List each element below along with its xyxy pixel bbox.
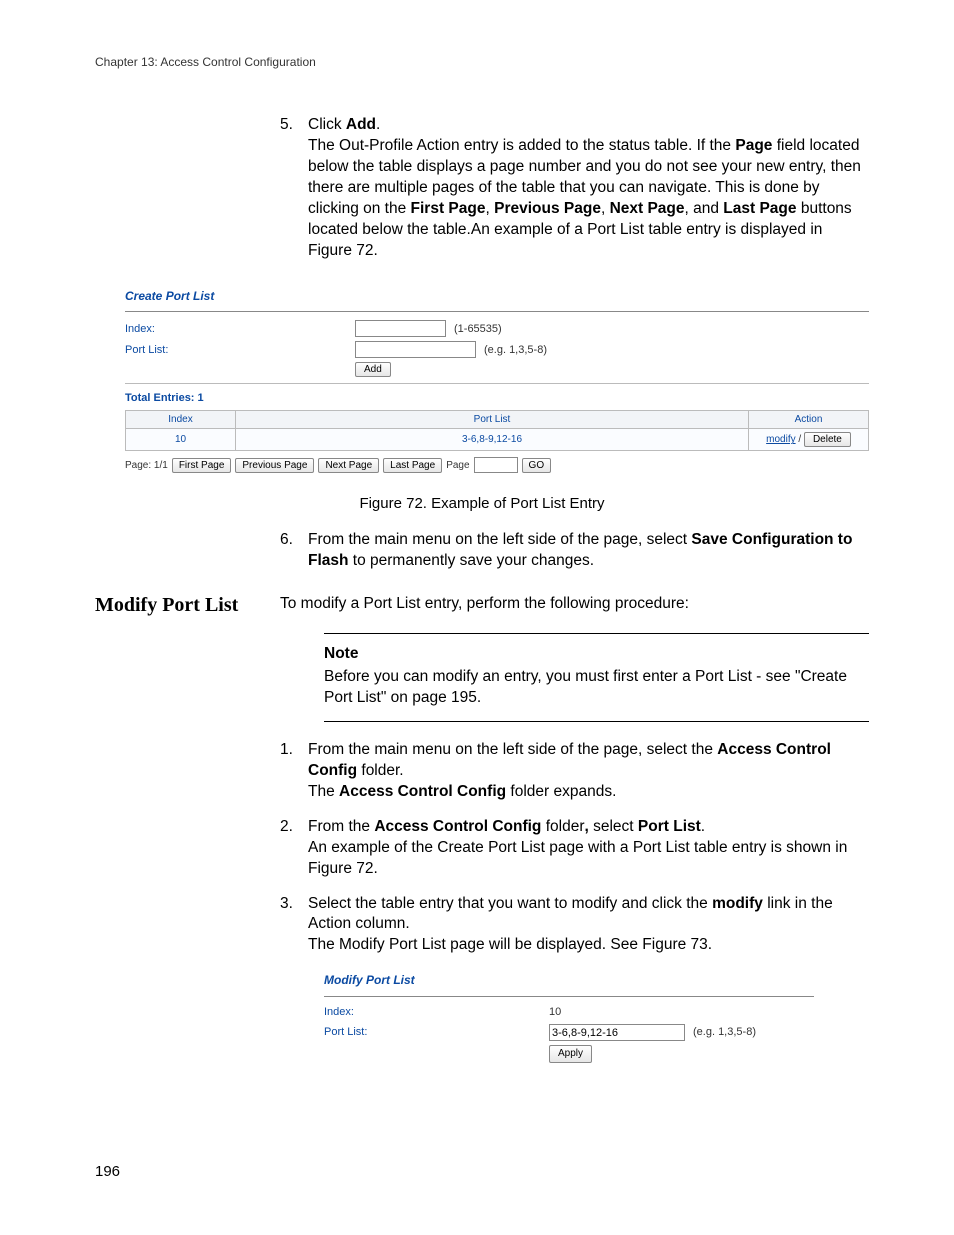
divider [125,311,869,312]
text: An example of the Create Port List page … [308,839,847,877]
text: The [308,783,339,800]
add-button[interactable]: Add [355,362,391,377]
m1-body: From the main menu on the left side of t… [308,740,869,803]
m1-number: 1. [280,740,308,803]
text: folder expands. [506,783,616,800]
text: From the main menu on the left side of t… [308,531,691,548]
bold-add: Add [346,116,376,133]
bold-modify: modify [712,895,763,912]
step6-body: From the main menu on the left side of t… [308,530,869,572]
modify-port-list-screenshot: Modify Port List Index: 10 Port List: (e… [324,972,814,1063]
text: to permanently save your changes. [348,552,594,569]
th-action: Action [749,411,869,429]
step6-number: 6. [280,530,308,572]
panel-title: Create Port List [125,289,869,303]
index-value: 10 [549,1005,561,1020]
text: select [589,818,638,835]
create-port-list-screenshot: Create Port List Index: (1-65535) Port L… [125,289,869,473]
figure72-caption: Figure 72. Example of Port List Entry [95,495,869,512]
note-title: Note [324,644,869,665]
index-input[interactable] [355,320,446,337]
bold-page: Page [735,137,772,154]
m3-number: 3. [280,894,308,957]
page-indicator: Page: 1/1 [125,460,168,471]
index-label: Index: [125,323,355,335]
portlist-input[interactable] [549,1024,685,1041]
text: From the [308,818,374,835]
text: From the main menu on the left side of t… [308,741,717,758]
bold-first-page: First Page [411,200,486,217]
total-entries-value: 1 [198,392,204,404]
step5-number: 5. [280,115,308,261]
bold-acc-folder3: Access Control Config [374,818,541,835]
text: folder. [357,762,404,779]
portlist-label: Port List: [324,1025,549,1040]
first-page-button[interactable]: First Page [172,458,232,473]
chapter-header: Chapter 13: Access Control Configuration [95,55,869,69]
section-intro: To modify a Port List entry, perform the… [280,594,869,615]
text: , [485,200,494,217]
text: , and [685,200,724,217]
cell-index: 10 [126,429,236,451]
bold-previous-page: Previous Page [494,200,601,217]
portlist-hint: (e.g. 1,3,5-8) [484,344,547,356]
action-separator: / [796,434,804,445]
last-page-button[interactable]: Last Page [383,458,442,473]
page-input[interactable] [474,457,518,473]
text: The Modify Port List page will be displa… [308,936,712,953]
pager: Page: 1/1 First Page Previous Page Next … [125,457,869,473]
cell-portlist: 3-6,8-9,12-16 [236,429,749,451]
index-hint: (1-65535) [454,323,502,335]
note-box: Note Before you can modify an entry, you… [324,633,869,722]
go-button[interactable]: GO [522,458,552,473]
m2-body: From the Access Control Config folder, s… [308,817,869,880]
divider [324,996,814,997]
page-number: 196 [95,1163,120,1180]
panel-title: Modify Port List [324,972,814,988]
bold-port-list: Port List [638,818,701,835]
cell-action: modify / Delete [749,429,869,451]
modify-link[interactable]: modify [766,434,795,445]
page-word: Page [446,460,469,471]
portlist-hint: (e.g. 1,3,5-8) [693,1025,756,1040]
text: , [601,200,610,217]
text: . [376,116,380,133]
text: The Out-Profile Action entry is added to… [308,137,735,154]
th-index: Index [126,411,236,429]
table-row: 10 3-6,8-9,12-16 modify / Delete [126,429,869,451]
m3-body: Select the table entry that you want to … [308,894,869,957]
step5-body: Click Add. The Out-Profile Action entry … [308,115,869,261]
text: Select the table entry that you want to … [308,895,712,912]
th-portlist: Port List [236,411,749,429]
total-entries: Total Entries: 1 [125,392,869,404]
delete-button[interactable]: Delete [804,432,851,447]
portlist-label: Port List: [125,344,355,356]
index-label: Index: [324,1005,549,1020]
apply-button[interactable]: Apply [549,1045,592,1063]
next-page-button[interactable]: Next Page [318,458,379,473]
previous-page-button[interactable]: Previous Page [235,458,314,473]
section-heading: Modify Port List [95,594,280,1067]
m2-number: 2. [280,817,308,880]
divider [125,383,869,384]
bold-next-page: Next Page [610,200,685,217]
text: folder [541,818,584,835]
portlist-input[interactable] [355,341,476,358]
note-body: Before you can modify an entry, you must… [324,667,869,709]
port-list-table: Index Port List Action 10 3-6,8-9,12-16 … [125,410,869,451]
bold-acc-folder2: Access Control Config [339,783,506,800]
text: . [701,818,705,835]
text: Click [308,116,346,133]
bold-last-page: Last Page [723,200,796,217]
total-entries-label: Total Entries: [125,392,194,404]
